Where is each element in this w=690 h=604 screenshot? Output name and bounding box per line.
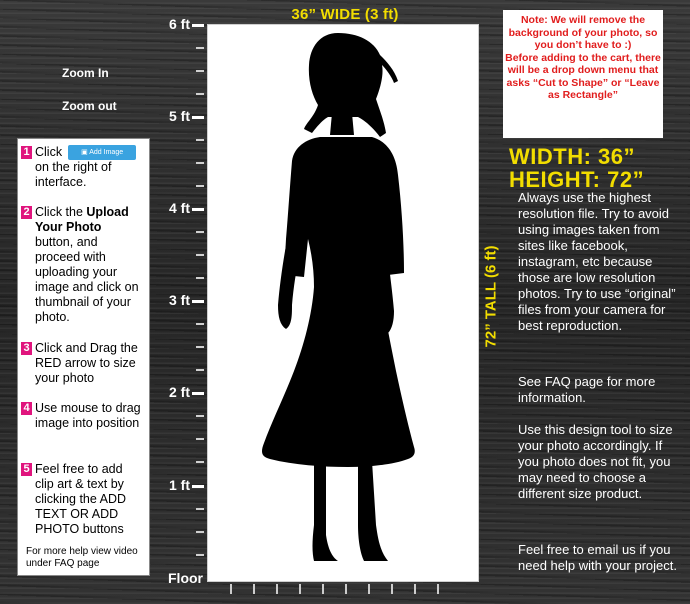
info-size: Use this design tool to size your photo … [518, 422, 673, 501]
zoom-out-button[interactable]: Zoom out [62, 99, 117, 113]
step-3: 3 Click and Drag the RED arrow to size yo… [21, 341, 146, 386]
step-1: 1 Click ▣ Add Image on the right of interfa… [21, 145, 146, 190]
ruler-dash [192, 485, 204, 488]
girl-silhouette-icon[interactable] [208, 25, 478, 581]
floor-tick [368, 584, 370, 594]
ruler-minor-dash [196, 70, 204, 72]
step-2-text: Click the [35, 205, 87, 219]
floor-tick [322, 584, 324, 594]
zoom-in-button[interactable]: Zoom In [62, 66, 109, 80]
ruler-label-5ft: 5 ft [169, 108, 190, 124]
note-background-removal: Note: We will remove the background of y… [508, 14, 658, 51]
ruler-label-2ft: 2 ft [169, 384, 190, 400]
design-canvas[interactable] [207, 24, 479, 582]
ruler-minor-dash [196, 323, 204, 325]
ruler-minor-dash [196, 438, 204, 440]
height-label: 72” TALL (6 ft) [482, 245, 500, 348]
ruler-dash [192, 300, 204, 303]
floor-tick [299, 584, 301, 594]
step-number: 4 [21, 402, 32, 415]
floor-tick [230, 584, 232, 594]
info-email: Feel free to email us if you need help w… [518, 542, 677, 573]
ruler-label-6ft: 6 ft [169, 16, 190, 32]
floor-label: Floor [168, 570, 203, 586]
ruler-minor-dash [196, 254, 204, 256]
ruler-dash [192, 116, 204, 119]
ruler-minor-dash [196, 531, 204, 533]
ruler-dash [192, 24, 204, 27]
add-image-label: Add Image [89, 149, 124, 156]
info-resolution: Always use the highest resolution file. … [518, 190, 676, 333]
floor-tick [253, 584, 255, 594]
ruler-dash [192, 208, 204, 211]
ruler-minor-dash [196, 231, 204, 233]
ruler-minor-dash [196, 47, 204, 49]
note-box: Note: We will remove the background of y… [503, 10, 663, 138]
step-number: 3 [21, 342, 32, 355]
note-cart-info: Before adding to the cart, there will be… [505, 51, 661, 102]
ruler-minor-dash [196, 185, 204, 187]
image-icon: ▣ [81, 149, 88, 156]
ruler-minor-dash [196, 461, 204, 463]
floor-tick [391, 584, 393, 594]
ruler-minor-dash [196, 554, 204, 556]
floor-tick [437, 584, 439, 594]
step-5: 5 Feel free to add clip art & text by cli… [21, 462, 146, 537]
step-4: 4 Use mouse to drag image into position [21, 401, 146, 431]
ruler-minor-dash [196, 346, 204, 348]
step-5-text: Feel free to add clip art & text by clic… [35, 462, 127, 536]
help-text: For more help view video under FAQ page [26, 546, 138, 569]
step-2-text-after: button, and proceed with uploading your … [35, 235, 139, 324]
add-image-button[interactable]: ▣ Add Image [68, 145, 137, 160]
step-number: 5 [21, 463, 32, 476]
width-label: 36” WIDE (3 ft) [291, 6, 399, 23]
instructions-panel: 1 Click ▣ Add Image on the right of interfa… [17, 138, 150, 576]
step-3-text: Click and Drag the RED arrow to size you… [35, 341, 138, 385]
ruler-minor-dash [196, 415, 204, 417]
floor-tick [414, 584, 416, 594]
ruler-minor-dash [196, 139, 204, 141]
ruler-minor-dash [196, 162, 204, 164]
step-1-text: Click [35, 145, 63, 159]
ruler-minor-dash [196, 508, 204, 510]
ruler-minor-dash [196, 93, 204, 95]
step-number: 2 [21, 206, 32, 219]
step-1-text-after: on the right of interface. [35, 160, 112, 189]
info-faq: See FAQ page for more information. [518, 374, 656, 405]
ruler-label-3ft: 3 ft [169, 292, 190, 308]
ruler-label-4ft: 4 ft [169, 200, 190, 216]
floor-tick [345, 584, 347, 594]
step-4-text: Use mouse to drag image into position [35, 401, 141, 430]
ruler-minor-dash [196, 277, 204, 279]
floor-tick [276, 584, 278, 594]
ruler-minor-dash [196, 369, 204, 371]
step-2: 2 Click the Upload Your Photo button, and… [21, 205, 146, 325]
ruler-label-1ft: 1 ft [169, 477, 190, 493]
step-number: 1 [21, 146, 32, 159]
ruler-dash [192, 392, 204, 395]
